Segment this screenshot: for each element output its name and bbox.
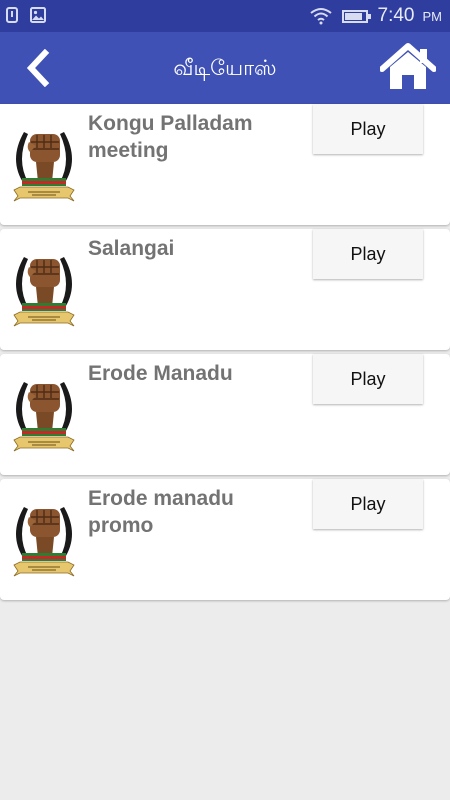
video-list: Kongu Palladam meeting Play Salangai Pla… bbox=[0, 104, 450, 604]
app-bar: வீடியோஸ் bbox=[0, 32, 450, 104]
notification-icon bbox=[6, 7, 18, 23]
list-item: Kongu Palladam meeting Play bbox=[0, 104, 450, 225]
back-button[interactable] bbox=[16, 46, 60, 90]
play-button[interactable]: Play bbox=[313, 229, 423, 279]
play-button[interactable]: Play bbox=[313, 104, 423, 154]
status-ampm: PM bbox=[422, 8, 443, 24]
image-icon bbox=[30, 7, 46, 23]
play-button[interactable]: Play bbox=[313, 354, 423, 404]
fist-logo-icon bbox=[13, 131, 75, 202]
page-title: வீடியோஸ் bbox=[173, 56, 277, 80]
video-title: Erode Manadu bbox=[88, 362, 233, 385]
home-button[interactable] bbox=[380, 42, 436, 92]
home-icon bbox=[380, 43, 436, 89]
play-button[interactable]: Play bbox=[313, 479, 423, 529]
status-time: 7:40 bbox=[377, 5, 415, 26]
video-title: Erode manadu promo bbox=[88, 487, 234, 537]
video-title: Salangai bbox=[88, 237, 175, 260]
video-title: Kongu Palladam meeting bbox=[88, 112, 253, 162]
list-item: Erode manadu promo Play bbox=[0, 479, 450, 600]
chevron-left-icon bbox=[26, 49, 50, 87]
fist-logo-icon bbox=[13, 381, 75, 452]
fist-logo-icon bbox=[13, 256, 75, 327]
wifi-icon bbox=[309, 8, 332, 25]
fist-logo-icon bbox=[13, 506, 75, 577]
list-item: Salangai Play bbox=[0, 229, 450, 350]
battery-icon bbox=[341, 9, 371, 23]
status-bar: 7:40 PM bbox=[0, 0, 450, 32]
list-item: Erode Manadu Play bbox=[0, 354, 450, 475]
